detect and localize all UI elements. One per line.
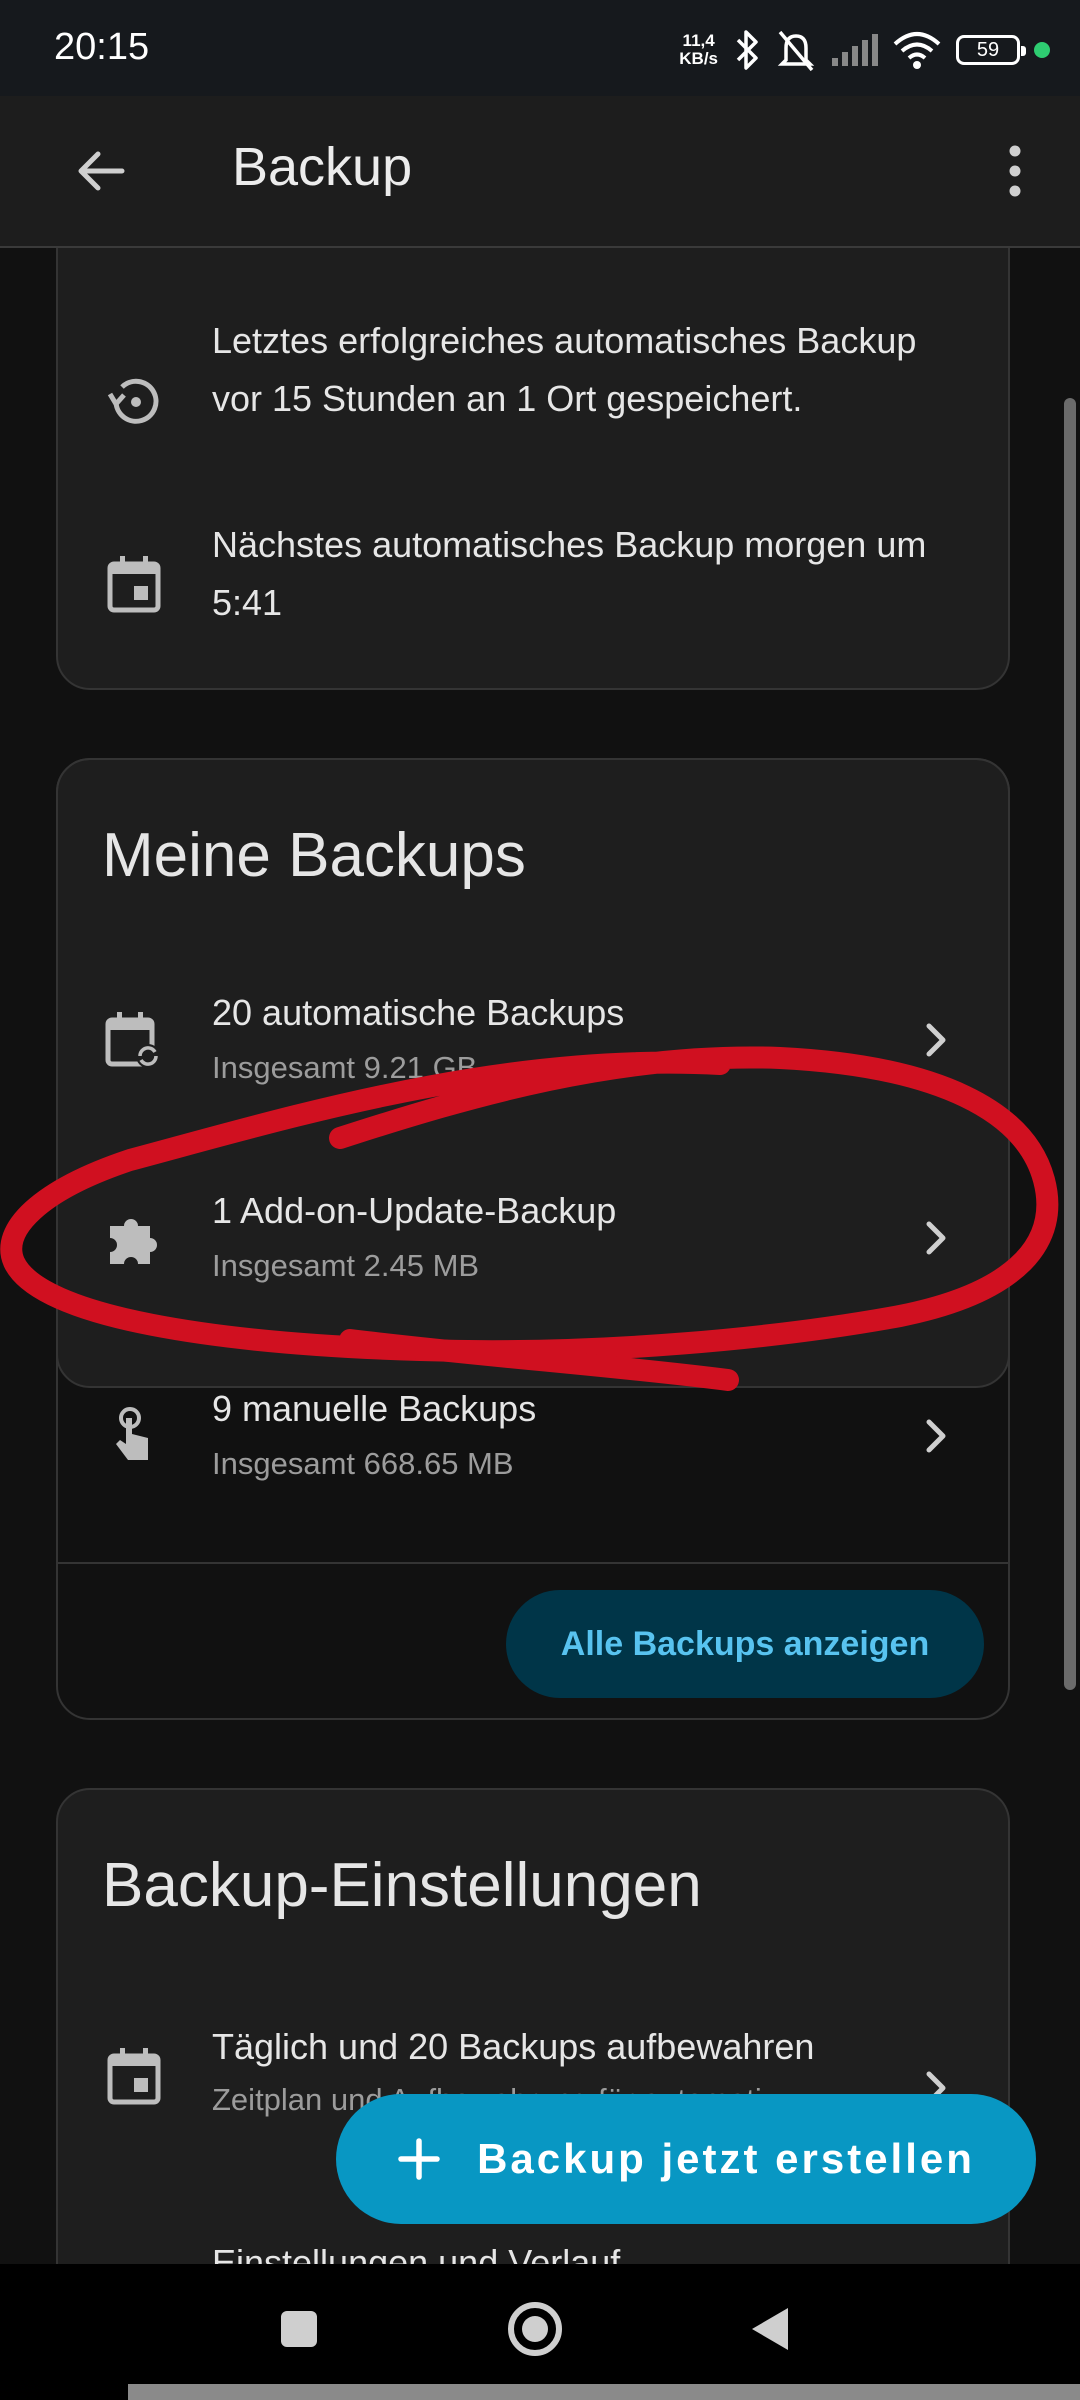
recents-icon[interactable] <box>264 2294 334 2364</box>
chevron-right-icon <box>926 1023 946 1057</box>
backup-settings-title: Backup-Einstellungen <box>102 1851 702 1920</box>
network-speed-value: 11,4 <box>682 31 715 50</box>
backup-list-item-addon-update[interactable]: 1 Add-on-Update-Backup Insgesamt 2.45 MB <box>58 1174 1008 1304</box>
network-speed: 11,4 KB/s <box>679 32 718 68</box>
my-backups-card: Meine Backups 20 automatische Backups In… <box>56 758 1010 1481</box>
signal-icon <box>832 34 878 66</box>
backup-item-size: Insgesamt 2.45 MB <box>212 1248 480 1283</box>
bluetooth-icon <box>736 30 758 70</box>
fab-label: Backup jetzt erstellen <box>477 2135 975 2182</box>
touch-icon <box>116 1407 148 1460</box>
battery-indicator: 59 <box>956 35 1026 65</box>
backup-list-item-manual[interactable]: 9 manuelle Backups Insgesamt 668.65 MB <box>58 1372 1008 1502</box>
chevron-right-icon <box>926 1221 946 1255</box>
app-bar: Backup <box>0 96 1080 248</box>
back-arrow-icon[interactable] <box>66 136 136 206</box>
scrollbar[interactable] <box>1064 398 1076 1690</box>
restore-history-icon <box>107 378 159 424</box>
status-bar: 20:15 11,4 KB/s 59 <box>0 0 1080 96</box>
page-title: Backup <box>232 137 413 197</box>
backup-list-item-automatic[interactable]: 20 automatische Backups Insgesamt 9.21 G… <box>58 976 1008 1106</box>
status-time: 20:15 <box>54 26 150 68</box>
gesture-handle <box>128 2384 1080 2400</box>
status-icons: 11,4 KB/s 59 <box>679 24 1050 76</box>
card-divider <box>58 1562 1008 1564</box>
calendar-icon <box>107 556 161 613</box>
create-backup-fab[interactable]: Backup jetzt erstellen <box>336 2094 1036 2224</box>
show-all-backups-button[interactable]: Alle Backups anzeigen <box>506 1590 984 1698</box>
more-vert-icon[interactable] <box>980 136 1050 206</box>
backup-item-size: Insgesamt 668.65 MB <box>212 1446 514 1481</box>
wifi-icon <box>893 32 941 69</box>
backup-item-label: 9 manuelle Backups <box>212 1388 537 1429</box>
calendar-sync-icon <box>105 1012 160 1068</box>
plus-icon <box>398 2138 440 2180</box>
last-backup-text: Letztes erfolgreiches automatisches Back… <box>212 320 917 419</box>
settings-history-item[interactable]: Einstellungen und Verlauf <box>212 2234 620 2264</box>
chevron-right-icon <box>926 1419 946 1453</box>
battery-level: 59 <box>976 38 1000 61</box>
backup-item-text: 1 Add-on-Update-Backup Insgesamt 2.45 MB <box>212 1182 616 1292</box>
puzzle-icon <box>110 1219 157 1264</box>
backup-item-text: 9 manuelle Backups Insgesamt 668.65 MB <box>212 1380 536 1490</box>
bell-off-icon <box>777 30 815 72</box>
schedule-title: Täglich und 20 Backups aufbewahren <box>212 2026 815 2067</box>
network-speed-unit: KB/s <box>679 49 718 68</box>
my-backups-title: Meine Backups <box>102 821 526 890</box>
backup-item-label: 1 Add-on-Update-Backup <box>212 1190 617 1231</box>
calendar-icon <box>107 2048 161 2105</box>
backup-item-text: 20 automatische Backups Insgesamt 9.21 G… <box>212 984 624 1094</box>
back-triangle-icon[interactable] <box>736 2294 806 2364</box>
backup-status-card: Letztes erfolgreiches automatisches Back… <box>56 248 1010 690</box>
scroll-content[interactable]: Letztes erfolgreiches automatisches Back… <box>0 248 1080 2264</box>
backup-item-label: 20 automatische Backups <box>212 992 625 1033</box>
privacy-indicator-dot <box>1034 42 1050 58</box>
backup-item-size: Insgesamt 9.21 GB <box>212 1050 478 1085</box>
home-icon[interactable] <box>500 2294 570 2364</box>
system-navigation-bar <box>0 2264 1080 2400</box>
next-backup-text: Nächstes automatisches Backup morgen um … <box>212 524 927 623</box>
